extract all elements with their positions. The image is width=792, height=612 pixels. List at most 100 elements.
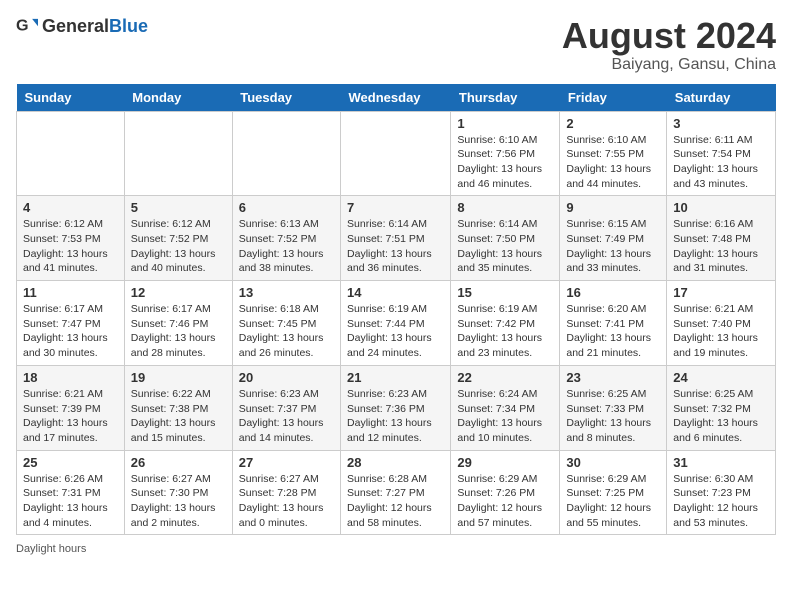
- date-number: 6: [239, 200, 334, 215]
- date-number: 22: [457, 370, 553, 385]
- date-number: 15: [457, 285, 553, 300]
- header-row: SundayMondayTuesdayWednesdayThursdayFrid…: [17, 84, 776, 112]
- date-number: 4: [23, 200, 118, 215]
- cell-info: Sunrise: 6:19 AM Sunset: 7:44 PM Dayligh…: [347, 302, 444, 361]
- calendar-cell: 19 Sunrise: 6:22 AM Sunset: 7:38 PM Dayli…: [124, 365, 232, 450]
- cell-info: Sunrise: 6:24 AM Sunset: 7:34 PM Dayligh…: [457, 387, 553, 446]
- date-number: 18: [23, 370, 118, 385]
- sub-title: Baiyang, Gansu, China: [562, 56, 776, 74]
- date-number: 9: [566, 200, 660, 215]
- calendar-cell: [124, 111, 232, 196]
- calendar-cell: [17, 111, 125, 196]
- logo: G GeneralBlue: [16, 16, 148, 38]
- date-number: 7: [347, 200, 444, 215]
- logo-general: General: [42, 16, 109, 36]
- header: G GeneralBlue August 2024 Baiyang, Gansu…: [16, 16, 776, 74]
- cell-info: Sunrise: 6:16 AM Sunset: 7:48 PM Dayligh…: [673, 217, 769, 276]
- calendar-cell: 26 Sunrise: 6:27 AM Sunset: 7:30 PM Dayli…: [124, 450, 232, 535]
- cell-info: Sunrise: 6:28 AM Sunset: 7:27 PM Dayligh…: [347, 472, 444, 531]
- cell-info: Sunrise: 6:19 AM Sunset: 7:42 PM Dayligh…: [457, 302, 553, 361]
- calendar-cell: 17 Sunrise: 6:21 AM Sunset: 7:40 PM Dayli…: [667, 281, 776, 366]
- calendar-cell: 20 Sunrise: 6:23 AM Sunset: 7:37 PM Dayli…: [232, 365, 340, 450]
- cell-info: Sunrise: 6:21 AM Sunset: 7:40 PM Dayligh…: [673, 302, 769, 361]
- svg-text:G: G: [16, 17, 29, 35]
- day-header-tuesday: Tuesday: [232, 84, 340, 112]
- cell-info: Sunrise: 6:25 AM Sunset: 7:32 PM Dayligh…: [673, 387, 769, 446]
- date-number: 27: [239, 455, 334, 470]
- calendar-cell: [232, 111, 340, 196]
- calendar-cell: 3 Sunrise: 6:11 AM Sunset: 7:54 PM Daylig…: [667, 111, 776, 196]
- calendar-cell: 10 Sunrise: 6:16 AM Sunset: 7:48 PM Dayli…: [667, 196, 776, 281]
- cell-info: Sunrise: 6:11 AM Sunset: 7:54 PM Dayligh…: [673, 133, 769, 192]
- calendar-cell: 6 Sunrise: 6:13 AM Sunset: 7:52 PM Daylig…: [232, 196, 340, 281]
- week-row-3: 11 Sunrise: 6:17 AM Sunset: 7:47 PM Dayli…: [17, 281, 776, 366]
- week-row-4: 18 Sunrise: 6:21 AM Sunset: 7:39 PM Dayli…: [17, 365, 776, 450]
- date-number: 12: [131, 285, 226, 300]
- calendar-cell: 31 Sunrise: 6:30 AM Sunset: 7:23 PM Dayli…: [667, 450, 776, 535]
- calendar-cell: 13 Sunrise: 6:18 AM Sunset: 7:45 PM Dayli…: [232, 281, 340, 366]
- main-title: August 2024: [562, 16, 776, 56]
- date-number: 20: [239, 370, 334, 385]
- date-number: 31: [673, 455, 769, 470]
- week-row-1: 1Sunrise: 6:10 AM Sunset: 7:56 PM Daylig…: [17, 111, 776, 196]
- date-number: 10: [673, 200, 769, 215]
- calendar-cell: 29Sunrise: 6:29 AM Sunset: 7:26 PM Dayli…: [451, 450, 560, 535]
- calendar-cell: 30 Sunrise: 6:29 AM Sunset: 7:25 PM Dayli…: [560, 450, 667, 535]
- cell-info: Sunrise: 6:17 AM Sunset: 7:47 PM Dayligh…: [23, 302, 118, 361]
- week-row-2: 4Sunrise: 6:12 AM Sunset: 7:53 PM Daylig…: [17, 196, 776, 281]
- calendar-cell: 2 Sunrise: 6:10 AM Sunset: 7:55 PM Daylig…: [560, 111, 667, 196]
- date-number: 28: [347, 455, 444, 470]
- calendar-cell: 18 Sunrise: 6:21 AM Sunset: 7:39 PM Dayli…: [17, 365, 125, 450]
- calendar-cell: 25 Sunrise: 6:26 AM Sunset: 7:31 PM Dayli…: [17, 450, 125, 535]
- calendar-cell: [341, 111, 451, 196]
- cell-info: Sunrise: 6:13 AM Sunset: 7:52 PM Dayligh…: [239, 217, 334, 276]
- calendar-cell: 11 Sunrise: 6:17 AM Sunset: 7:47 PM Dayli…: [17, 281, 125, 366]
- cell-info: Sunrise: 6:10 AM Sunset: 7:55 PM Dayligh…: [566, 133, 660, 192]
- cell-info: Sunrise: 6:26 AM Sunset: 7:31 PM Dayligh…: [23, 472, 118, 531]
- date-number: 19: [131, 370, 226, 385]
- calendar-cell: 16Sunrise: 6:20 AM Sunset: 7:41 PM Dayli…: [560, 281, 667, 366]
- calendar-cell: 15 Sunrise: 6:19 AM Sunset: 7:42 PM Dayli…: [451, 281, 560, 366]
- date-number: 21: [347, 370, 444, 385]
- day-header-monday: Monday: [124, 84, 232, 112]
- cell-info: Sunrise: 6:22 AM Sunset: 7:38 PM Dayligh…: [131, 387, 226, 446]
- week-row-5: 25 Sunrise: 6:26 AM Sunset: 7:31 PM Dayli…: [17, 450, 776, 535]
- calendar-cell: 7Sunrise: 6:14 AM Sunset: 7:51 PM Daylig…: [341, 196, 451, 281]
- day-header-wednesday: Wednesday: [341, 84, 451, 112]
- date-number: 1: [457, 116, 553, 131]
- calendar-cell: 8 Sunrise: 6:14 AM Sunset: 7:50 PM Daylig…: [451, 196, 560, 281]
- calendar-cell: 22 Sunrise: 6:24 AM Sunset: 7:34 PM Dayli…: [451, 365, 560, 450]
- logo-icon: G: [16, 16, 38, 38]
- calendar-cell: 27 Sunrise: 6:27 AM Sunset: 7:28 PM Dayli…: [232, 450, 340, 535]
- date-number: 2: [566, 116, 660, 131]
- cell-info: Sunrise: 6:25 AM Sunset: 7:33 PM Dayligh…: [566, 387, 660, 446]
- cell-info: Sunrise: 6:27 AM Sunset: 7:30 PM Dayligh…: [131, 472, 226, 531]
- date-number: 25: [23, 455, 118, 470]
- day-header-thursday: Thursday: [451, 84, 560, 112]
- cell-info: Sunrise: 6:21 AM Sunset: 7:39 PM Dayligh…: [23, 387, 118, 446]
- calendar-cell: 4Sunrise: 6:12 AM Sunset: 7:53 PM Daylig…: [17, 196, 125, 281]
- cell-info: Sunrise: 6:14 AM Sunset: 7:50 PM Dayligh…: [457, 217, 553, 276]
- date-number: 3: [673, 116, 769, 131]
- date-number: 26: [131, 455, 226, 470]
- date-number: 8: [457, 200, 553, 215]
- date-number: 24: [673, 370, 769, 385]
- date-number: 11: [23, 285, 118, 300]
- title-area: August 2024 Baiyang, Gansu, China: [562, 16, 776, 74]
- cell-info: Sunrise: 6:23 AM Sunset: 7:37 PM Dayligh…: [239, 387, 334, 446]
- date-number: 17: [673, 285, 769, 300]
- footer: Daylight hours: [16, 543, 776, 555]
- date-number: 13: [239, 285, 334, 300]
- cell-info: Sunrise: 6:29 AM Sunset: 7:25 PM Dayligh…: [566, 472, 660, 531]
- date-number: 30: [566, 455, 660, 470]
- cell-info: Sunrise: 6:18 AM Sunset: 7:45 PM Dayligh…: [239, 302, 334, 361]
- date-number: 14: [347, 285, 444, 300]
- cell-info: Sunrise: 6:27 AM Sunset: 7:28 PM Dayligh…: [239, 472, 334, 531]
- cell-info: Sunrise: 6:12 AM Sunset: 7:52 PM Dayligh…: [131, 217, 226, 276]
- calendar-cell: 1Sunrise: 6:10 AM Sunset: 7:56 PM Daylig…: [451, 111, 560, 196]
- calendar-table: SundayMondayTuesdayWednesdayThursdayFrid…: [16, 84, 776, 536]
- day-header-sunday: Sunday: [17, 84, 125, 112]
- calendar-cell: 28 Sunrise: 6:28 AM Sunset: 7:27 PM Dayli…: [341, 450, 451, 535]
- cell-info: Sunrise: 6:30 AM Sunset: 7:23 PM Dayligh…: [673, 472, 769, 531]
- cell-info: Sunrise: 6:15 AM Sunset: 7:49 PM Dayligh…: [566, 217, 660, 276]
